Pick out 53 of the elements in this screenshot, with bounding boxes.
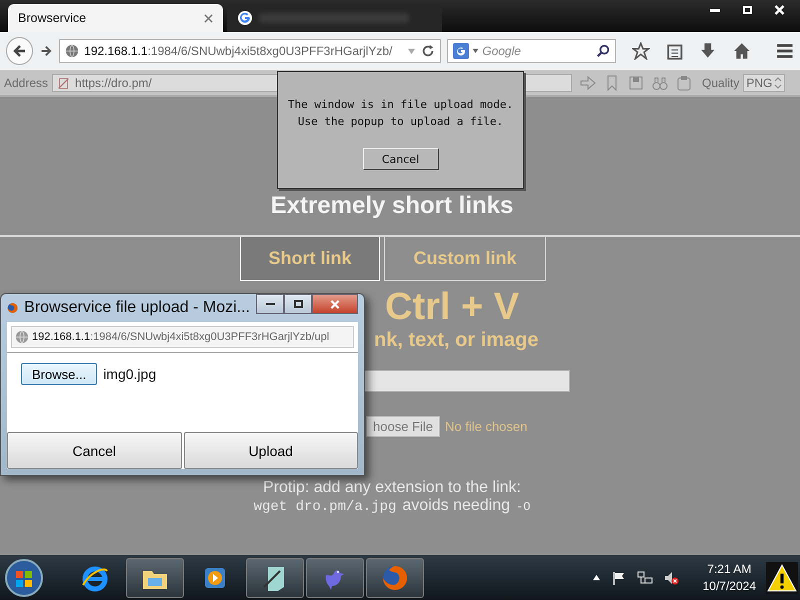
- date: 10/7/2024: [702, 578, 756, 594]
- reload-icon[interactable]: [421, 44, 436, 58]
- broken-page-icon: [57, 76, 70, 90]
- protip-text: Protip: add any extension to the link:: [262, 479, 522, 497]
- star-icon[interactable]: [632, 42, 650, 60]
- dialog-button[interactable]: Cancel: [7, 432, 182, 469]
- browser-tab[interactable]: Browservice: [8, 4, 223, 32]
- menu-icon[interactable]: [776, 42, 794, 60]
- minimize-icon[interactable]: [256, 294, 284, 314]
- up-arrow-icon[interactable]: [592, 574, 601, 581]
- quality-select[interactable]: PNG: [743, 74, 786, 92]
- time: 7:21 AM: [707, 560, 752, 578]
- option-text: -O: [516, 500, 530, 514]
- url-field[interactable]: 192.168.1.1:1984/6/SNUwbj4xi5t8xg0U3PFF3rHGarjlYzb/upl: [11, 326, 354, 348]
- search-icon[interactable]: [596, 44, 610, 58]
- browse-button[interactable]: Browse...: [21, 363, 98, 385]
- back-button[interactable]: [6, 37, 34, 65]
- g-logo-icon: [237, 10, 253, 26]
- protip-text: avoids needing: [402, 497, 510, 515]
- quality-label: Quality: [702, 76, 740, 90]
- spinner-icon[interactable]: [774, 76, 782, 90]
- globe-icon: [15, 330, 29, 344]
- flag-icon[interactable]: [610, 570, 627, 586]
- window-title: Browservice file upload - Mozi...: [24, 299, 250, 317]
- file-status: No file chosen: [444, 419, 528, 434]
- search-field[interactable]: Google: [447, 39, 616, 63]
- page-title: Extremely short links: [270, 191, 514, 221]
- command-text: wget dro.pm/a.jpg: [254, 499, 396, 515]
- headline: Ctrl + V: [385, 285, 520, 329]
- address-label: Address: [4, 76, 48, 90]
- taskbar-app[interactable]: [246, 558, 304, 598]
- muted-speaker-icon[interactable]: [662, 570, 679, 586]
- forward-icon[interactable]: [39, 44, 54, 58]
- dropdown-icon[interactable]: [472, 48, 480, 54]
- home-icon[interactable]: [732, 42, 750, 60]
- network-icon[interactable]: [636, 570, 653, 586]
- firefox-icon: [7, 300, 18, 316]
- dialog-button[interactable]: Upload: [184, 432, 358, 469]
- url-field[interactable]: 192.168.1.1:1984/6/SNUwbj4xi5t8xg0U3PFF3rHGarjlYzb/: [59, 39, 442, 63]
- warning-icon[interactable]: [766, 562, 798, 594]
- clock[interactable]: 7:21 AM 10/7/2024: [702, 560, 756, 594]
- taskbar-app[interactable]: [126, 558, 184, 598]
- tab-title: Browservice: [18, 11, 88, 25]
- subheading: nk, text, or image: [374, 329, 538, 351]
- start-button[interactable]: [4, 558, 44, 598]
- cancel-button[interactable]: Cancel: [362, 148, 438, 170]
- back-arrow-icon: [12, 43, 28, 59]
- file-name: img0.jpg: [103, 365, 156, 384]
- download-icon[interactable]: [699, 42, 717, 60]
- globe-icon: [65, 44, 80, 58]
- maximize-icon[interactable]: [284, 294, 312, 314]
- search-engine-icon: [453, 43, 470, 59]
- dialog-message: The window is in file upload mode. Use the popup to upload a file.: [288, 97, 514, 130]
